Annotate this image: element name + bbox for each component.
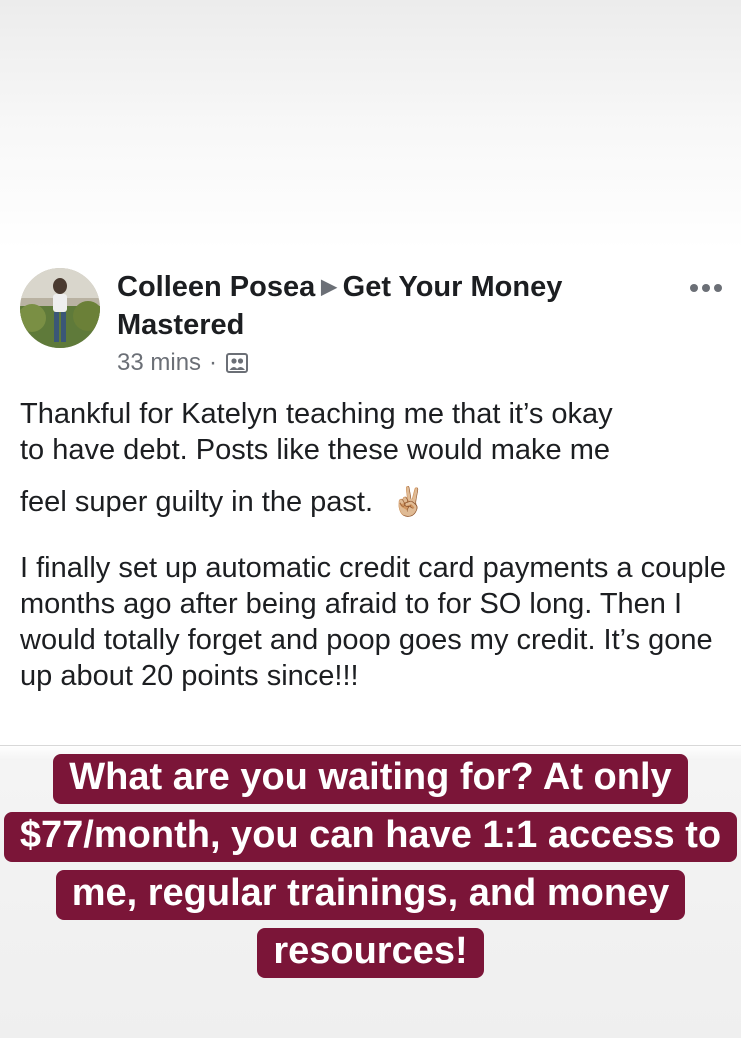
promo-caption: What are you waiting for? At only $77/mo… — [0, 748, 741, 980]
author-name[interactable]: Colleen Posea — [117, 271, 315, 303]
post-timestamp[interactable]: 33 mins — [117, 348, 201, 378]
post-text-fragment: feel super guilty in the past. — [20, 486, 374, 518]
victory-hand-emoji: ✌🏼 — [391, 486, 426, 517]
promo-text: What are you waiting for? At only $77/mo… — [3, 754, 738, 978]
avatar[interactable] — [20, 268, 100, 348]
post-meta: 33 mins · — [117, 348, 249, 378]
post-text-line: to have debt. Posts like these would mak… — [20, 434, 610, 466]
post-paragraph-2: I finally set up automatic credit card p… — [20, 552, 727, 692]
group-members-icon — [226, 353, 249, 373]
more-options-icon — [690, 284, 722, 292]
meta-separator: · — [209, 349, 218, 376]
post-text-line: Thankful for Katelyn teaching me that it… — [20, 398, 613, 430]
post-header: Colleen Posea ▶ Get Your Money Mastered — [117, 268, 637, 344]
share-arrow-icon: ▶ — [321, 276, 337, 298]
post-divider — [0, 745, 741, 746]
avatar-photo — [20, 268, 100, 348]
post-body: Thankful for Katelyn teaching me that it… — [20, 396, 732, 694]
more-options-button[interactable] — [686, 276, 726, 300]
post-text-line: feel super guilty in the past. ✌🏼 — [20, 484, 732, 520]
